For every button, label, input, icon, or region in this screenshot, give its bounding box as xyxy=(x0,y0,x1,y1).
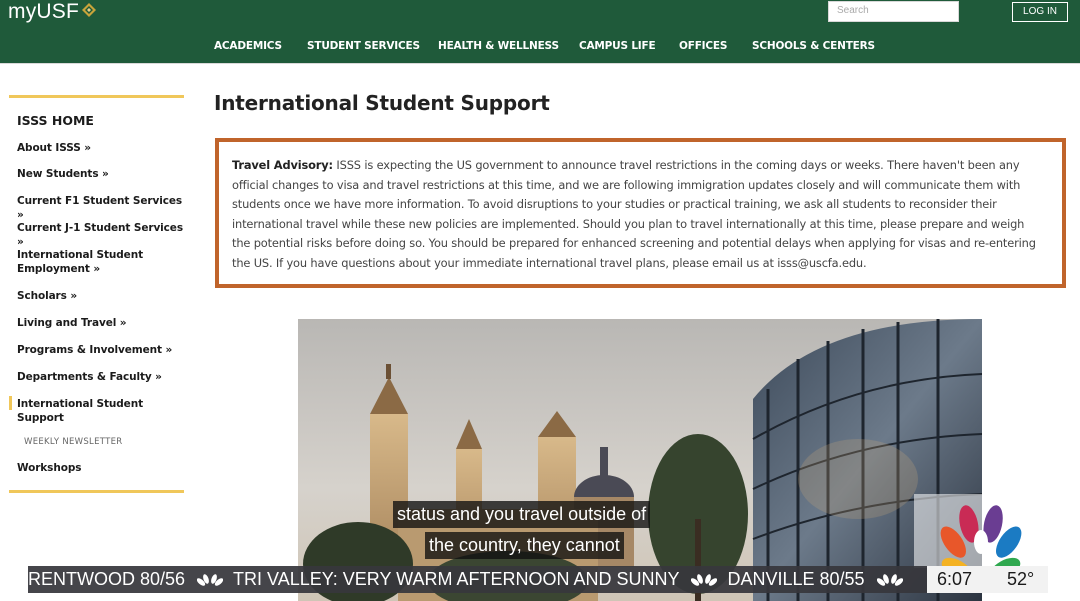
sidebar-item-employment[interactable]: International Student Employment » xyxy=(17,248,157,276)
myusf-logo[interactable]: myUSF xyxy=(8,0,79,24)
nbc-peacock-icon xyxy=(940,505,1022,581)
sidebar-item-j1-services[interactable]: Current J-1 Student Services » xyxy=(17,221,187,249)
peacock-icon xyxy=(876,574,903,586)
nav-academics[interactable]: ACADEMICS xyxy=(214,40,282,52)
nav-health-wellness[interactable]: HEALTH & WELLNESS xyxy=(438,40,559,52)
advisory-label: Travel Advisory: xyxy=(232,158,333,172)
sidebar-item-living-travel[interactable]: Living and Travel » xyxy=(17,316,187,330)
ticker-item: TRI VALLEY: VERY WARM AFTERNOON AND SUNN… xyxy=(233,569,680,589)
ticker-track: RENTWOOD 80/56 TRI VALLEY: VERY WARM AFTE… xyxy=(28,566,913,593)
sidebar-title[interactable]: ISSS HOME xyxy=(17,113,94,128)
temperature: 52° xyxy=(1007,569,1035,589)
sidebar-item-new-students[interactable]: New Students » xyxy=(17,167,187,181)
sidebar-item-programs[interactable]: Programs & Involvement » xyxy=(17,343,187,357)
login-button[interactable]: LOG IN xyxy=(1012,2,1068,22)
sidebar-item-workshops[interactable]: Workshops xyxy=(17,461,187,475)
peacock-icon xyxy=(197,574,224,586)
caption-line-2: the country, they cannot xyxy=(425,532,624,559)
nbc-logo-box xyxy=(914,494,1048,581)
campus-photo-image xyxy=(298,319,982,601)
nav-offices[interactable]: OFFICES xyxy=(679,40,727,52)
sidebar-item-scholars[interactable]: Scholars » xyxy=(17,289,187,303)
sidebar-item-departments[interactable]: Departments & Faculty » xyxy=(17,370,187,384)
travel-advisory-box: Travel Advisory: ISSS is expecting the U… xyxy=(215,138,1066,288)
advisory-text: Travel Advisory: ISSS is expecting the U… xyxy=(232,156,1042,273)
news-ticker: RENTWOOD 80/56 TRI VALLEY: VERY WARM AFTE… xyxy=(28,566,1048,593)
sidebar-subitem-newsletter[interactable]: WEEKLY NEWSLETTER xyxy=(24,437,122,447)
sidebar-item-about[interactable]: About ISSS » xyxy=(17,141,187,155)
header-divider xyxy=(0,63,1080,64)
logo-diamond-icon xyxy=(82,3,96,17)
sidebar-top-rule xyxy=(9,95,184,98)
sidebar-bottom-rule xyxy=(9,490,184,493)
time-temperature-box: 6:07 52° xyxy=(927,566,1048,593)
sidebar-active-indicator xyxy=(9,396,12,410)
ticker-item: RENTWOOD 80/56 xyxy=(28,569,186,589)
advisory-body: ISSS is expecting the US government to a… xyxy=(232,158,1036,270)
nav-schools-centers[interactable]: SCHOOLS & CENTERS xyxy=(752,40,875,52)
nav-campus-life[interactable]: CAMPUS LIFE xyxy=(579,40,656,52)
sidebar-item-f1-services[interactable]: Current F1 Student Services » xyxy=(17,194,187,222)
ticker-item: DANVILLE 80/55 xyxy=(727,569,865,589)
page-title: International Student Support xyxy=(214,91,550,115)
campus-photo xyxy=(298,319,982,601)
sidebar-item-student-support[interactable]: International Student Support xyxy=(17,397,147,425)
nav-student-services[interactable]: STUDENT SERVICES xyxy=(307,40,420,52)
caption-line-1: status and you travel outside of xyxy=(393,501,651,528)
site-header: myUSF Search LOG IN ACADEMICS STUDENT SE… xyxy=(0,0,1080,63)
search-input[interactable]: Search xyxy=(828,1,959,22)
clock-time: 6:07 xyxy=(937,569,973,589)
peacock-icon xyxy=(691,574,718,586)
